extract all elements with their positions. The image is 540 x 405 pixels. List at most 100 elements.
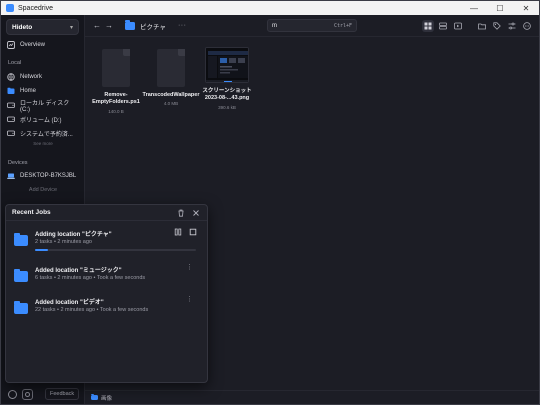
close-window-button[interactable]: ✕ [513,1,539,15]
folder-icon [91,393,98,401]
job-item[interactable]: Added location "ビデオ" 22 tasks • 2 minute… [6,295,207,327]
sidebar-item-device[interactable]: DESKTOP-B7KSJBL [7,170,79,182]
pause-job-button[interactable] [173,227,182,236]
overview-icon [7,41,15,49]
clear-jobs-button[interactable] [176,208,186,218]
folder-icon [14,301,28,314]
sidebar-item-network[interactable]: Network [7,71,79,83]
job-menu-icon[interactable]: ⋮ [186,295,193,303]
sidebar-item-volume-d[interactable]: ボリューム (D:) [7,113,79,125]
drive-icon [7,101,15,109]
file-name: TranscodedWallpaper [142,92,200,98]
tag-assign-button[interactable] [491,20,503,32]
job-title: Adding location "ピクチャ" [35,232,112,238]
close-icon [193,209,199,216]
tag-icon [493,22,501,30]
folder-icon [14,233,28,246]
activity-icon [25,391,30,397]
document-file-icon [102,49,130,87]
job-manager-button[interactable] [22,388,33,400]
folder-icon [14,269,28,282]
file-item[interactable]: Remove-EmptyFolders.ps1 140.0 B [86,45,146,114]
home-icon [7,87,15,95]
folder-plus-icon [478,23,486,30]
job-menu-icon[interactable]: ⋮ [186,263,193,271]
job-item[interactable]: Added location "ミュージック" 6 tasks • 2 minu… [6,263,207,295]
screenshot-thumbnail [205,47,249,83]
feedback-button[interactable]: Feedback [45,388,80,400]
stop-job-button[interactable] [188,227,197,236]
sidebar-footer: Feedback [1,384,85,404]
close-jobs-button[interactable] [191,208,201,218]
file-name: Remove-EmptyFolders.ps1 [92,92,140,106]
drive-icon [7,129,15,137]
list-view-button[interactable] [437,20,449,32]
devices-section-header: Devices [8,160,28,166]
sidebar-item-local-disk-c[interactable]: ローカル ディスク (C:) [7,99,79,113]
status-bar: 画像 [85,390,539,404]
job-progress-fill [35,249,48,251]
library-selector[interactable]: Hideto ▾ [6,19,79,35]
gear-icon[interactable] [8,389,17,399]
job-title: Added location "ミュージック" [35,268,122,274]
sidebar-item-label: ボリューム (D:) [20,117,62,124]
local-section-header: Local [8,60,22,66]
sidebar-item-label: Overview [20,42,46,48]
search-input[interactable] [272,22,334,29]
job-title: Added location "ビデオ" [35,300,104,306]
view-toolbar [422,20,533,32]
list-view-icon [439,22,447,30]
sidebar-item-label: ローカル ディスク (C:) [20,100,70,113]
spacedrive-logo-icon [6,4,14,12]
library-name: Hideto [12,23,33,31]
title-bar: Spacedrive — ☐ ✕ [1,1,539,15]
forward-arrow-icon[interactable]: → [103,21,115,30]
job-progress-bar [35,249,196,251]
settings-sliders-button[interactable] [506,20,518,32]
explorer-topbar: ← → ピクチャ ··· Ctrl+F [85,15,539,37]
sidebar-item-label: Home [20,88,37,94]
job-meta: 22 tasks • 2 minutes ago • Took a few se… [35,307,149,313]
recent-jobs-title: Recent Jobs [12,209,51,216]
ellipsis-circle-icon [523,22,531,30]
new-folder-button[interactable] [476,20,488,32]
file-size: 390.6 kB [218,104,236,110]
file-item[interactable]: スクリーンショット 2023-08-...43.png 390.6 kB [197,45,257,110]
grid-view-icon [424,22,432,30]
grid-view-button[interactable] [422,20,434,32]
recent-jobs-header: Recent Jobs [6,205,207,221]
trash-icon [178,209,184,217]
breadcrumb[interactable]: ピクチャ [125,20,166,31]
maximize-button[interactable]: ☐ [487,1,513,15]
sidebar-item-label: DESKTOP-B7KSJBL [20,173,77,179]
file-name: スクリーンショット 2023-08-...43.png [202,88,252,102]
see-more-link[interactable]: See more [1,141,85,146]
sliders-icon [508,22,516,30]
back-arrow-icon[interactable]: ← [91,21,103,30]
job-meta: 2 tasks • 2 minutes ago [35,239,92,245]
more-actions-button[interactable] [521,20,533,32]
media-view-button[interactable] [452,20,464,32]
search-box[interactable]: Ctrl+F [267,19,357,32]
status-path[interactable]: 画像 [101,394,112,402]
folder-icon [125,20,135,30]
job-item[interactable]: Adding location "ピクチャ" 2 tasks • 2 minut… [6,227,207,259]
minimize-button[interactable]: — [461,1,487,15]
sidebar-item-label: Network [20,74,43,80]
file-grid: Remove-EmptyFolders.ps1 140.0 B Transcod… [85,38,539,158]
recent-jobs-panel: Recent Jobs Adding location "ピクチャ" 2 tas… [5,204,208,383]
file-item[interactable]: TranscodedWallpaper 4.0 MB [141,45,201,106]
stop-icon [189,228,196,235]
app-window: Spacedrive — ☐ ✕ Hideto ▾ Overview Local… [0,0,540,405]
add-device-button[interactable]: Add Device [1,187,85,193]
sidebar-item-system-reserved[interactable]: システムで予約済... [7,127,79,139]
job-controls [173,227,197,236]
sidebar-item-home[interactable]: Home [7,85,79,97]
breadcrumb-current: ピクチャ [140,23,166,31]
file-size: 4.0 MB [163,101,179,107]
sidebar-item-overview[interactable]: Overview [7,39,79,51]
media-view-icon [454,22,462,30]
job-meta: 6 tasks • 2 minutes ago • Took a few sec… [35,275,146,281]
more-options-icon[interactable]: ··· [178,22,187,29]
sidebar-item-label: システムで予約済... [20,131,73,138]
